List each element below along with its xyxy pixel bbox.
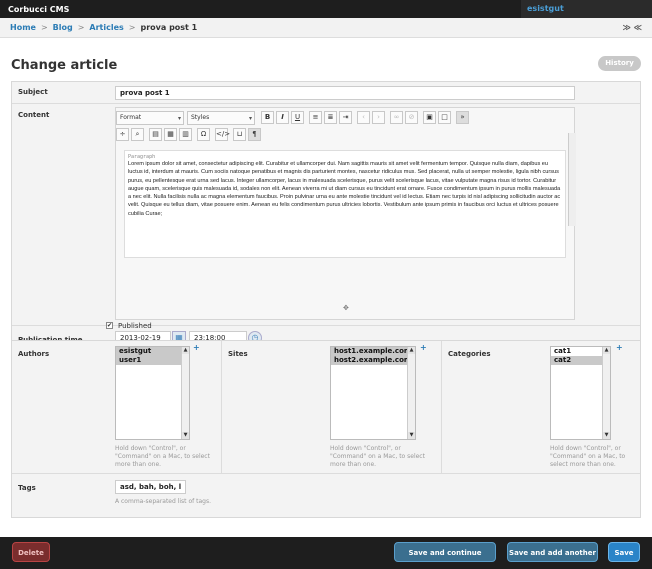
italic-icon[interactable]: I	[276, 111, 289, 124]
authors-column: Authors esistgut user1 ▲ ▼ + Hold down "C…	[12, 341, 222, 474]
submit-row: Delete Save and continue editing Save an…	[0, 537, 652, 569]
chevron-down-icon: ▾	[177, 115, 181, 122]
scrollbar[interactable]: ▲ ▼	[407, 347, 415, 439]
image-icon[interactable]: ▣	[423, 111, 436, 124]
authors-select[interactable]: esistgut user1 ▲ ▼	[115, 346, 190, 440]
breadcrumb-blog[interactable]: Blog	[53, 23, 73, 32]
sites-option[interactable]: host2.example.com	[331, 356, 415, 365]
save-add-another-button[interactable]: Save and add another	[507, 542, 598, 562]
authors-option[interactable]: user1	[116, 356, 189, 365]
search-icon[interactable]: ⌕	[131, 128, 144, 141]
tags-label: Tags	[18, 484, 36, 492]
relations-row: Authors esistgut user1 ▲ ▼ + Hold down "C…	[12, 341, 640, 474]
paragraph-icon[interactable]: ¶	[248, 128, 261, 141]
published-checkbox[interactable]: ✔	[106, 322, 113, 329]
format-label: Format	[120, 114, 142, 121]
subject-label: Subject	[18, 88, 48, 96]
special-char-icon[interactable]: Ω	[197, 128, 210, 141]
add-author-icon[interactable]: +	[193, 343, 200, 352]
table-icon[interactable]: ▥	[179, 128, 192, 141]
delete-button[interactable]: Delete	[12, 542, 50, 562]
content-row: Content Format ▾ Styles ▾ B I U ≡ ≣ ⇥ ‹ › …	[12, 104, 640, 326]
save-continue-button[interactable]: Save and continue editing	[394, 542, 496, 562]
numbered-list-icon[interactable]: ≣	[324, 111, 337, 124]
link-icon[interactable]: ∞	[390, 111, 403, 124]
relations-fieldset: Authors esistgut user1 ▲ ▼ + Hold down "C…	[11, 340, 641, 518]
underline-icon[interactable]: U	[291, 111, 304, 124]
bold-icon[interactable]: B	[261, 111, 274, 124]
subject-row: Subject	[12, 82, 640, 104]
scroll-down-icon[interactable]: ▼	[182, 432, 189, 439]
breadcrumb-separator: >	[40, 23, 48, 32]
authors-label: Authors	[18, 350, 50, 358]
history-button[interactable]: History	[598, 56, 641, 71]
top-bar: Corbucci CMS esistgut	[0, 0, 652, 18]
scroll-down-icon[interactable]: ▼	[603, 432, 610, 439]
fullscreen-icon[interactable]: □	[438, 111, 451, 124]
toolbar-toggle-icon[interactable]: »	[456, 111, 469, 124]
breadcrumb-separator: >	[77, 23, 85, 32]
categories-select[interactable]: cat1 cat2 ▲ ▼	[550, 346, 611, 440]
unlink-icon[interactable]: ⊘	[405, 111, 418, 124]
format-dropdown[interactable]: Format ▾	[116, 111, 184, 125]
sites-help: Hold down "Control", or "Command" on a M…	[330, 445, 425, 468]
save-button[interactable]: Save	[608, 542, 640, 562]
scroll-down-icon[interactable]: ▼	[408, 432, 415, 439]
scrollbar[interactable]: ▲ ▼	[602, 347, 610, 439]
authors-help: Hold down "Control", or "Command" on a M…	[115, 445, 210, 468]
scrollbar[interactable]: ▲ ▼	[181, 347, 189, 439]
chevron-down-icon: ▾	[248, 115, 252, 122]
sites-column: Sites host1.example.com host2.example.co…	[222, 341, 442, 474]
scroll-up-icon[interactable]: ▲	[603, 347, 610, 354]
block-tag-label: Paragraph	[128, 154, 156, 160]
breadcrumb-separator: >	[128, 23, 136, 32]
content-label: Content	[18, 111, 50, 119]
brand-title: Corbucci CMS	[8, 4, 70, 14]
editor-scrollbar[interactable]	[568, 133, 576, 226]
scroll-up-icon[interactable]: ▲	[408, 347, 415, 354]
sites-option[interactable]: host1.example.com	[331, 347, 415, 356]
indent-icon[interactable]: ⇥	[339, 111, 352, 124]
categories-help: Hold down "Control", or "Command" on a M…	[550, 445, 626, 468]
sites-select[interactable]: host1.example.com host2.example.com ▲ ▼	[330, 346, 416, 440]
add-category-icon[interactable]: +	[616, 343, 623, 352]
redo-icon[interactable]: ›	[372, 111, 385, 124]
tags-row: Tags A comma-separated list of tags.	[12, 474, 640, 517]
breadcrumb-articles[interactable]: Articles	[89, 23, 123, 32]
tags-input[interactable]	[115, 480, 186, 494]
paste-word-icon[interactable]: ▦	[164, 128, 177, 141]
undo-icon[interactable]: ‹	[357, 111, 370, 124]
paste-text-icon[interactable]: ▤	[149, 128, 162, 141]
user-menu[interactable]: esistgut	[521, 0, 652, 18]
breadcrumb: Home > Blog > Articles > prova post 1 ≫ …	[0, 18, 652, 38]
subject-input[interactable]	[115, 86, 575, 100]
collapse-toggle-icon[interactable]: ≫ ≪	[622, 23, 642, 32]
source-code-icon[interactable]: </>	[215, 128, 230, 141]
main-content: Change article History Subject Content F…	[0, 38, 652, 537]
add-site-icon[interactable]: +	[420, 343, 427, 352]
editor-content-area[interactable]: Paragraph Lorem ipsum dolor sit amet, co…	[124, 150, 566, 258]
styles-label: Styles	[191, 114, 210, 121]
breadcrumb-current: prova post 1	[140, 23, 198, 32]
styles-dropdown[interactable]: Styles ▾	[187, 111, 255, 125]
article-fieldset: Subject Content Format▾ Styles▾ B I U ≡ …	[11, 81, 641, 374]
remove-format-icon[interactable]: ⊔	[233, 128, 246, 141]
breadcrumb-home[interactable]: Home	[10, 23, 36, 32]
authors-option[interactable]: esistgut	[116, 347, 189, 356]
bullet-list-icon[interactable]: ≡	[309, 111, 322, 124]
resize-handle-icon[interactable]: ✥	[343, 304, 349, 312]
rich-text-editor: Format ▾ Styles ▾ B I U ≡ ≣ ⇥ ‹ › ∞ ⊘ ▣ □ …	[115, 107, 576, 320]
divider-icon[interactable]: ÷	[116, 128, 129, 141]
categories-column: Categories cat1 cat2 ▲ ▼ + Hold down "Con…	[442, 341, 640, 474]
categories-label: Categories	[448, 350, 491, 358]
editor-paragraph: Lorem ipsum dolor sit amet, consectetur …	[128, 161, 561, 217]
scroll-up-icon[interactable]: ▲	[182, 347, 189, 354]
sites-label: Sites	[228, 350, 248, 358]
published-label: Published	[118, 322, 152, 330]
tags-help: A comma-separated list of tags.	[115, 498, 211, 505]
page-title: Change article	[11, 58, 118, 73]
